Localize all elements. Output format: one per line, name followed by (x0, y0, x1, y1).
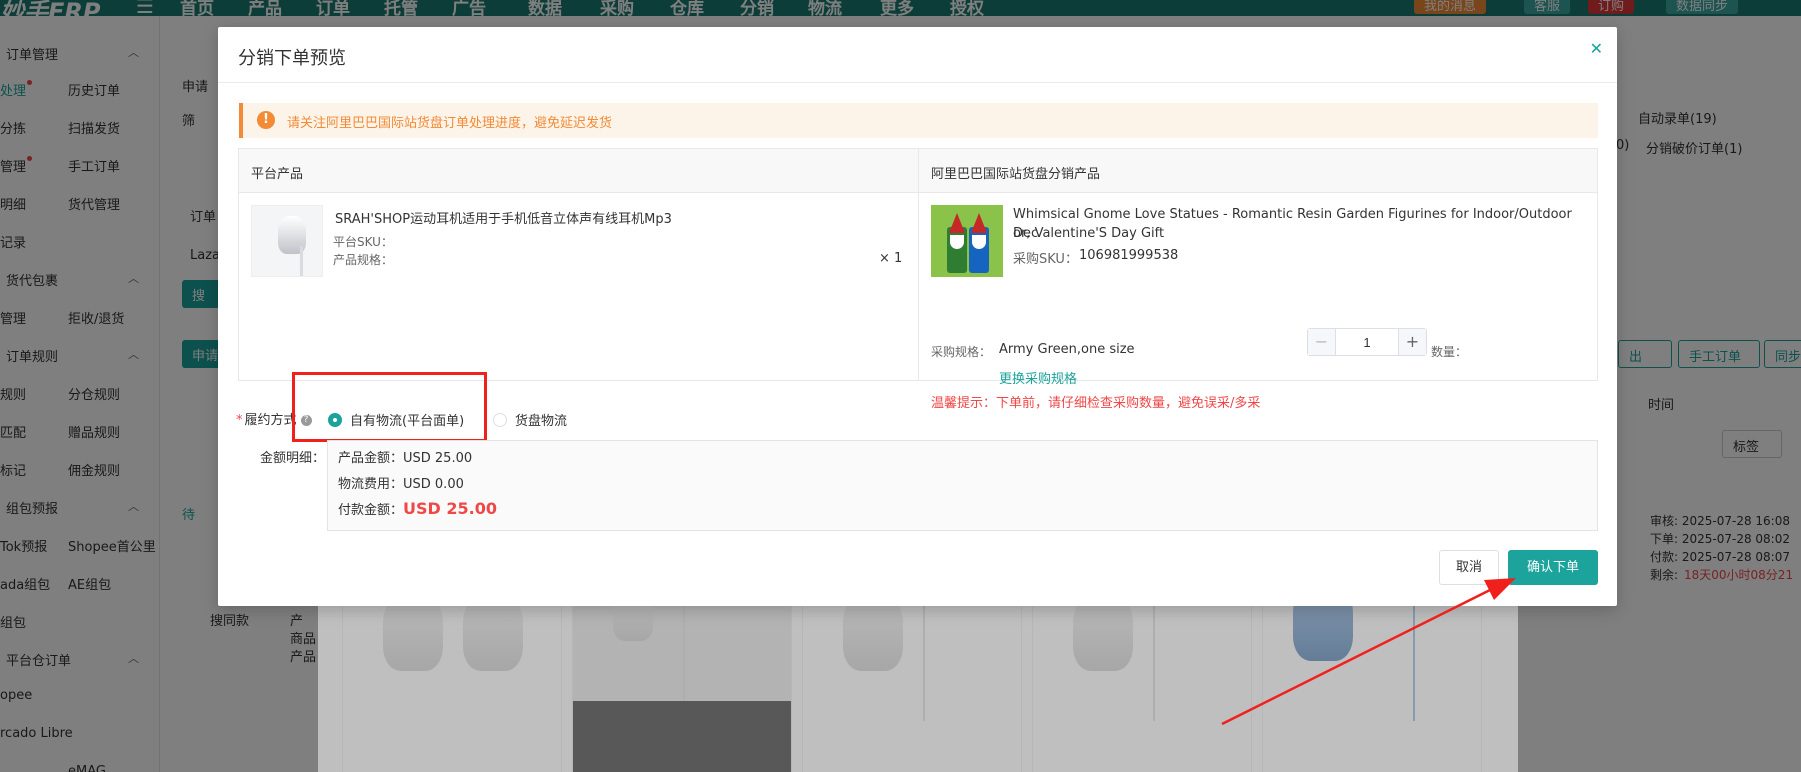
platform-product-name: SRAH'SHOP运动耳机适用于手机低音立体声有线耳机Mp3 (335, 212, 672, 227)
amount-detail-box: 产品金额：USD 25.00 物流费用：USD 0.00 付款金额：USD 25… (327, 440, 1598, 531)
package-image (573, 701, 791, 772)
purchase-spec-value: Army Green,one size (999, 342, 1135, 357)
quantity-label: 数量： (1431, 345, 1468, 359)
platform-spec-label: 产品规格： (333, 253, 394, 267)
quantity-input[interactable] (1337, 329, 1397, 355)
platform-product-image (251, 205, 323, 277)
distribution-product-name-line2[interactable]: or, Valentine'S Day Gift (1013, 224, 1164, 243)
platform-sku-label: 平台SKU： (333, 235, 393, 249)
purchase-spec-label: 采购规格： (931, 345, 992, 359)
quantity-stepper[interactable]: − + (1307, 328, 1427, 356)
alert-banner: ! 请关注阿里巴巴国际站货盘订单处理进度，避免延迟发货 (239, 103, 1598, 138)
purchase-sku-label: 采购SKU： (1013, 252, 1078, 267)
change-spec-link[interactable]: 更换采购规格 (999, 368, 1077, 387)
payment-amount-value: USD 25.00 (403, 499, 497, 518)
confirm-order-button[interactable]: 确认下单 (1508, 550, 1598, 585)
fulfillment-option-supplier-logistics[interactable]: 货盘物流 (493, 410, 567, 429)
product-mapping-table: 平台产品 阿里巴巴国际站货盘分销产品 SRAH'SHOP运动耳机适用于手机低音立… (238, 148, 1598, 411)
column-divider (918, 149, 919, 380)
platform-quantity: × 1 (879, 251, 903, 266)
amount-detail-label: 金额明细： (260, 451, 326, 466)
product-amount: 产品金额：USD 25.00 (338, 451, 473, 466)
shipping-fee: 物流费用：USD 0.00 (338, 477, 464, 492)
radio-unchecked-icon (493, 413, 507, 427)
cancel-button[interactable]: 取消 (1439, 550, 1499, 585)
distribution-product-image (931, 205, 1003, 277)
alert-text: 请关注阿里巴巴国际站货盘订单处理进度，避免延迟发货 (287, 116, 613, 131)
increment-button[interactable]: + (1398, 329, 1426, 355)
purchase-warning: 温馨提示：下单前，请仔细检查采购数量，避免误采/多采 (931, 396, 1261, 411)
payment-amount: 付款金额：USD 25.00 (338, 499, 497, 518)
distribution-order-preview-modal: 分销下单预览 ✕ ! 请关注阿里巴巴国际站货盘订单处理进度，避免延迟发货 平台产… (218, 27, 1617, 606)
modal-title: 分销下单预览 (238, 48, 346, 69)
distribution-product-header: 阿里巴巴国际站货盘分销产品 (931, 167, 1101, 182)
gnome-figure (969, 213, 989, 273)
platform-product-header: 平台产品 (251, 167, 304, 182)
modal-header: 分销下单预览 ✕ (218, 27, 1617, 83)
gnome-figure (947, 213, 967, 273)
close-icon[interactable]: ✕ (1590, 39, 1603, 58)
cable-image (300, 246, 303, 276)
annotation-highlight-box (292, 372, 487, 442)
warning-icon: ! (257, 111, 275, 129)
purchase-sku-value: 106981999538 (1079, 248, 1179, 263)
decrement-button[interactable]: − (1308, 329, 1336, 355)
